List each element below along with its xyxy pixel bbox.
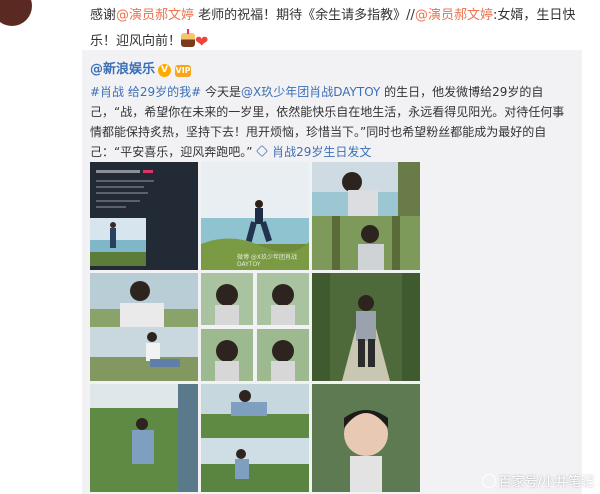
author-name[interactable]: @新浪娱乐 bbox=[90, 62, 155, 77]
comment-mid: 老师的祝福！期待《余生请多指教》// bbox=[194, 8, 415, 23]
photo-thumbnail[interactable] bbox=[312, 273, 420, 381]
repost-text: #肖战 给29岁的我# 今天是@X玖少年团肖战DAYTOY 的生日，他发微博给2… bbox=[90, 82, 576, 162]
avatar[interactable] bbox=[0, 0, 32, 26]
vip-badge-icon: VIP bbox=[175, 65, 192, 77]
cake-emoji bbox=[181, 29, 196, 47]
photo-thumbnail[interactable] bbox=[90, 162, 198, 270]
photo-thumbnail[interactable] bbox=[312, 384, 420, 492]
watermark-text: 百家号/小井笔记 bbox=[498, 475, 594, 490]
verified-icon: V bbox=[158, 64, 172, 77]
photo-thumbnail[interactable] bbox=[90, 384, 198, 492]
repost-author[interactable]: @新浪娱乐 V VIP bbox=[90, 58, 192, 77]
mention-link[interactable]: @演员郝文婷 bbox=[116, 8, 194, 23]
hashtag-link[interactable]: #肖战 给29岁的我# bbox=[90, 85, 201, 99]
photo-thumbnail[interactable] bbox=[201, 273, 309, 381]
repost-text-1: 今天是 bbox=[201, 85, 242, 99]
photo-thumbnail[interactable] bbox=[90, 273, 198, 381]
watermark: 百家号/小井笔记 bbox=[481, 471, 594, 490]
watermark-logo-icon bbox=[481, 474, 496, 488]
photo-watermark: 微博 @X玖少年团肖战DAYTOY bbox=[237, 254, 298, 268]
comment-prefix: 感谢 bbox=[90, 8, 117, 23]
mention-link[interactable]: @演员郝文婷 bbox=[415, 8, 493, 23]
photo-thumbnail[interactable]: 微博 @X玖少年团肖战DAYTOY bbox=[201, 162, 309, 270]
article-link-label: 肖战29岁生日发文 bbox=[272, 145, 372, 159]
mention-link[interactable]: @X玖少年团肖战DAYTOY bbox=[241, 85, 380, 99]
link-icon bbox=[256, 145, 269, 157]
repost-card: @新浪娱乐 V VIP #肖战 给29岁的我# 今天是@X玖少年团肖战DAYTOY … bbox=[82, 50, 582, 494]
heart-emoji: ❤ bbox=[195, 32, 209, 51]
photo-thumbnail[interactable] bbox=[312, 162, 420, 270]
photo-thumbnail[interactable] bbox=[201, 384, 309, 492]
article-link[interactable]: 肖战29岁生日发文 bbox=[256, 145, 371, 159]
comment-text: 感谢@演员郝文婷 老师的祝福！期待《余生请多指教》//@演员郝文婷:女婿，生日快… bbox=[90, 3, 590, 55]
